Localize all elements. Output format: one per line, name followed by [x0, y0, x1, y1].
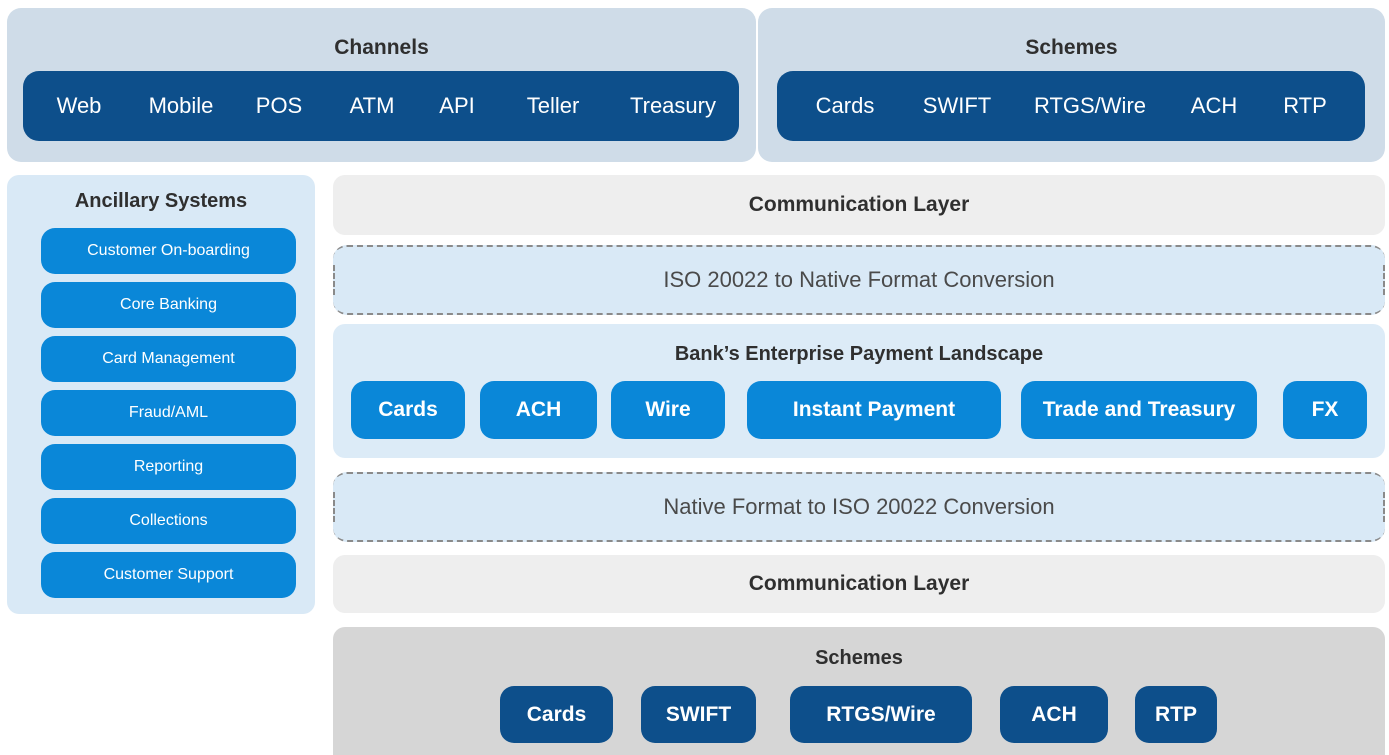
communication-layer-top: Communication Layer [333, 175, 1385, 235]
communication-layer-bottom: Communication Layer [333, 555, 1385, 613]
ancillary-title: Ancillary Systems [74, 190, 248, 212]
scheme-bottom-rtgs: RTGS/Wire [790, 686, 972, 743]
native-to-iso-label: Native Format to ISO 20022 Conversion [663, 494, 1055, 519]
channels-title: Channels [334, 36, 429, 59]
payment-cards: Cards [351, 381, 465, 439]
scheme-bottom-ach: ACH [1000, 686, 1108, 743]
schemes-top-panel: Schemes Cards SWIFT RTGS/Wire ACH RTP [758, 8, 1385, 162]
payment-instant-payment: Instant Payment [747, 381, 1001, 439]
iso-to-native-label: ISO 20022 to Native Format Conversion [663, 267, 1055, 292]
payment-fx: FX [1283, 381, 1367, 439]
schemes-bottom-title: Schemes [815, 647, 903, 669]
scheme-bottom-rtp: RTP [1135, 686, 1217, 743]
ancillary-customer-onboarding: Customer On-boarding [41, 228, 296, 274]
channel-treasury: Treasury [630, 93, 716, 118]
scheme-top-cards: Cards [815, 93, 875, 118]
ancillary-fraud-aml: Fraud/AML [41, 390, 296, 436]
schemes-bottom-panel: Schemes Cards SWIFT RTGS/Wire ACH RTP [333, 627, 1385, 755]
iso-to-native-conversion: ISO 20022 to Native Format Conversion [333, 245, 1385, 315]
payment-landscape-title: Bank’s Enterprise Payment Landscape [674, 343, 1044, 365]
channel-pos: POS [255, 93, 303, 118]
payment-ach: ACH [480, 381, 597, 439]
scheme-bottom-cards: Cards [500, 686, 613, 743]
channel-teller: Teller [526, 93, 580, 118]
channel-mobile: Mobile [148, 93, 214, 118]
scheme-top-swift: SWIFT [922, 93, 992, 118]
ancillary-collections: Collections [41, 498, 296, 544]
channel-atm: ATM [349, 93, 395, 118]
channel-web: Web [56, 93, 102, 118]
scheme-top-ach: ACH [1190, 93, 1238, 118]
native-to-iso-conversion: Native Format to ISO 20022 Conversion [333, 472, 1385, 542]
payment-trade-and-treasury: Trade and Treasury [1021, 381, 1257, 439]
payment-landscape-panel: Bank’s Enterprise Payment Landscape Card… [333, 324, 1385, 458]
ancillary-card-management: Card Management [41, 336, 296, 382]
scheme-top-rtgs: RTGS/Wire [1033, 93, 1147, 118]
ancillary-customer-support: Customer Support [41, 552, 296, 598]
schemes-top-title: Schemes [1025, 36, 1118, 59]
ancillary-panel: Ancillary Systems Customer On-boarding C… [7, 175, 315, 614]
channels-bar: Web Mobile POS ATM API Teller Treasury [23, 71, 739, 141]
schemes-top-bar: Cards SWIFT RTGS/Wire ACH RTP [777, 71, 1365, 141]
scheme-top-rtp: RTP [1283, 93, 1327, 118]
channel-api: API [439, 93, 475, 118]
channels-panel: Channels Web Mobile POS ATM API Teller T… [7, 8, 756, 162]
payment-wire: Wire [611, 381, 725, 439]
scheme-bottom-swift: SWIFT [641, 686, 756, 743]
ancillary-reporting: Reporting [41, 444, 296, 490]
ancillary-core-banking: Core Banking [41, 282, 296, 328]
